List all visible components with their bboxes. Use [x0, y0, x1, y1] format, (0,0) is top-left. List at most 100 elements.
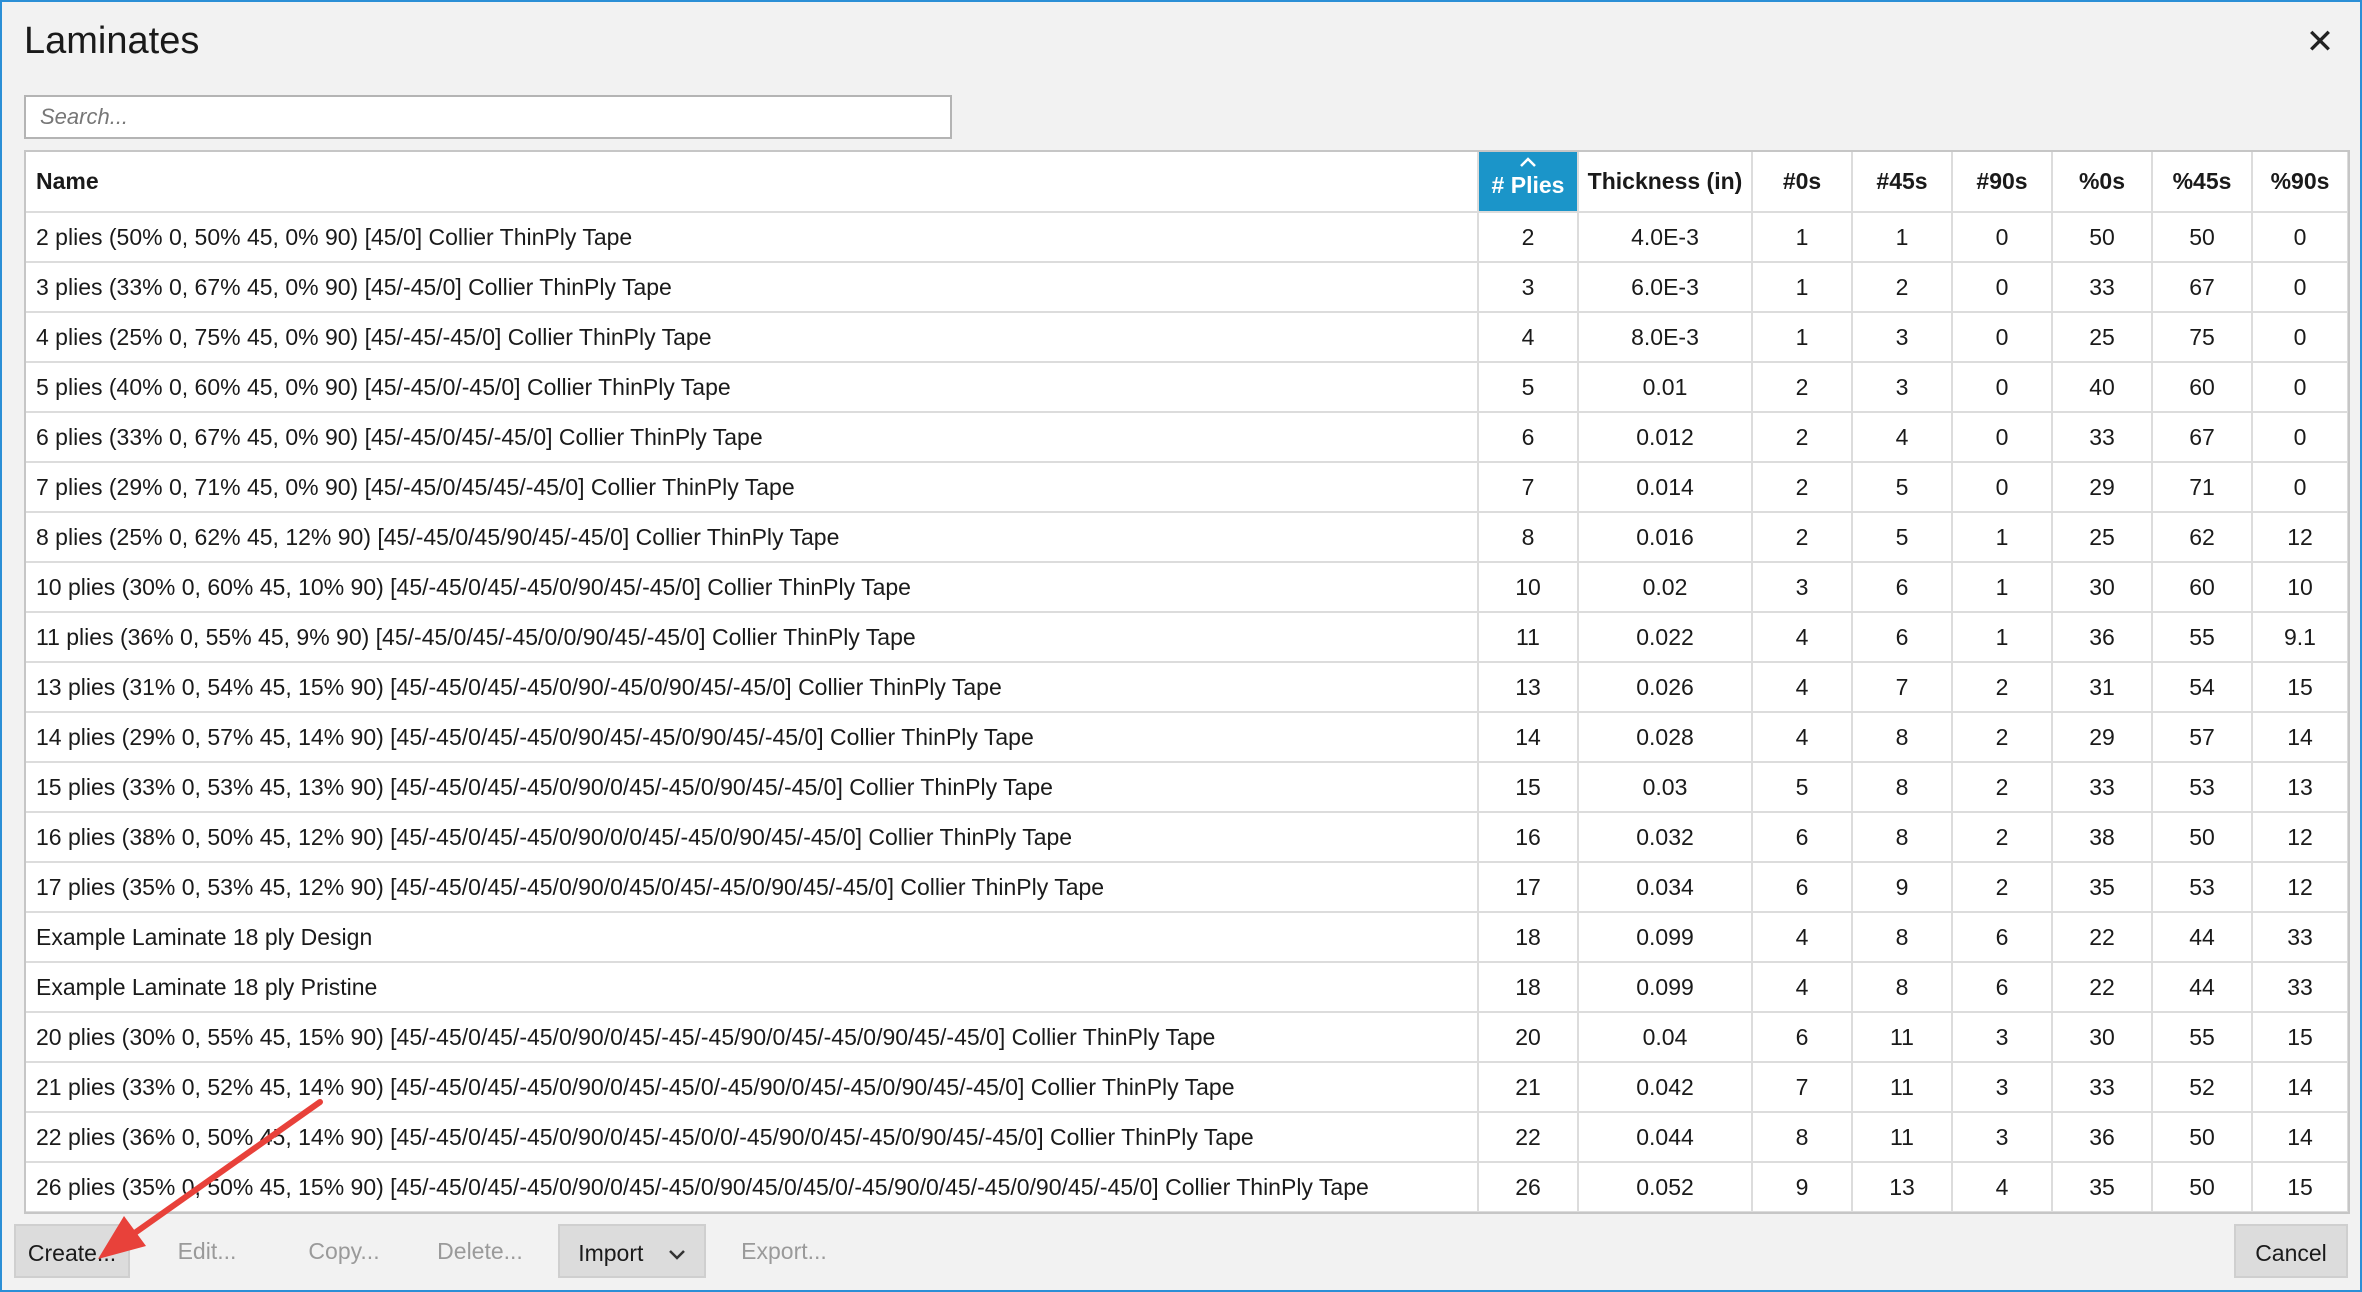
cell-num-45s: 3	[1851, 361, 1953, 413]
table-row[interactable]: Example Laminate 18 ply Pristine 18 0.099 4…	[26, 961, 2348, 1013]
cell-num-0s: 6	[1751, 1011, 1853, 1063]
table-row[interactable]: 13 plies (31% 0, 54% 45, 15% 90) [45/-45…	[26, 661, 2348, 713]
cell-plies: 3	[1477, 261, 1579, 313]
cell-plies: 22	[1477, 1111, 1579, 1163]
table-row[interactable]: 21 plies (33% 0, 52% 45, 14% 90) [45/-45…	[26, 1061, 2348, 1113]
cell-name: 11 plies (36% 0, 55% 45, 9% 90) [45/-45/…	[26, 611, 1479, 663]
delete-button[interactable]: Delete...	[424, 1224, 536, 1278]
cell-pct-45s: 71	[2151, 461, 2253, 513]
cell-num-90s: 0	[1951, 411, 2053, 463]
cell-num-0s: 4	[1751, 611, 1853, 663]
cell-num-90s: 2	[1951, 711, 2053, 763]
table-row[interactable]: Example Laminate 18 ply Design 18 0.099 4 8 6…	[26, 911, 2348, 963]
column-header-pct-90s[interactable]: %90s	[2251, 152, 2348, 213]
cell-pct-90s: 15	[2251, 661, 2348, 713]
laminates-table[interactable]: Name # Plies Thickness (in) #0s #45s #90…	[24, 150, 2350, 1214]
import-dropdown-button[interactable]: Import	[558, 1224, 706, 1278]
cell-pct-90s: 12	[2251, 811, 2348, 863]
cell-num-90s: 0	[1951, 311, 2053, 363]
cell-num-45s: 8	[1851, 911, 1953, 963]
cell-name: Example Laminate 18 ply Pristine	[26, 961, 1479, 1013]
cell-num-0s: 2	[1751, 361, 1853, 413]
column-header-num-90s[interactable]: #90s	[1951, 152, 2053, 213]
table-row[interactable]: 5 plies (40% 0, 60% 45, 0% 90) [45/-45/0…	[26, 361, 2348, 413]
cell-num-45s: 8	[1851, 961, 1953, 1013]
cell-num-90s: 0	[1951, 361, 2053, 413]
cell-pct-90s: 13	[2251, 761, 2348, 813]
cancel-button[interactable]: Cancel	[2234, 1224, 2348, 1278]
cell-pct-90s: 0	[2251, 311, 2348, 363]
column-header-pct-45s[interactable]: %45s	[2151, 152, 2253, 213]
cell-name: 3 plies (33% 0, 67% 45, 0% 90) [45/-45/0…	[26, 261, 1479, 313]
cell-pct-90s: 33	[2251, 911, 2348, 963]
cell-pct-90s: 0	[2251, 411, 2348, 463]
column-header-num-0s[interactable]: #0s	[1751, 152, 1853, 213]
table-row[interactable]: 16 plies (38% 0, 50% 45, 12% 90) [45/-45…	[26, 811, 2348, 863]
cell-pct-45s: 60	[2151, 361, 2253, 413]
cell-pct-0s: 33	[2051, 1061, 2153, 1113]
export-button[interactable]: Export...	[732, 1224, 836, 1278]
cell-pct-45s: 75	[2151, 311, 2253, 363]
cell-name: 2 plies (50% 0, 50% 45, 0% 90) [45/0] Co…	[26, 211, 1479, 263]
table-row[interactable]: 4 plies (25% 0, 75% 45, 0% 90) [45/-45/-…	[26, 311, 2348, 363]
column-header-name[interactable]: Name	[26, 152, 1479, 213]
search-input[interactable]	[26, 97, 950, 137]
cell-num-90s: 2	[1951, 811, 2053, 863]
table-row[interactable]: 17 plies (35% 0, 53% 45, 12% 90) [45/-45…	[26, 861, 2348, 913]
column-header-num-45s[interactable]: #45s	[1851, 152, 1953, 213]
cell-num-90s: 3	[1951, 1111, 2053, 1163]
cell-pct-0s: 29	[2051, 461, 2153, 513]
cell-pct-0s: 30	[2051, 1011, 2153, 1063]
create-button[interactable]: Create...	[14, 1224, 130, 1278]
cell-pct-45s: 44	[2151, 961, 2253, 1013]
close-icon[interactable]: ✕	[2298, 20, 2342, 64]
cell-thickness: 8.0E-3	[1577, 311, 1753, 363]
table-row[interactable]: 7 plies (29% 0, 71% 45, 0% 90) [45/-45/0…	[26, 461, 2348, 513]
table-row[interactable]: 15 plies (33% 0, 53% 45, 13% 90) [45/-45…	[26, 761, 2348, 813]
table-row[interactable]: 14 plies (29% 0, 57% 45, 14% 90) [45/-45…	[26, 711, 2348, 763]
cell-thickness: 6.0E-3	[1577, 261, 1753, 313]
cell-name: 6 plies (33% 0, 67% 45, 0% 90) [45/-45/0…	[26, 411, 1479, 463]
cell-name: 5 plies (40% 0, 60% 45, 0% 90) [45/-45/0…	[26, 361, 1479, 413]
cell-num-90s: 1	[1951, 611, 2053, 663]
chevron-down-icon	[668, 1250, 685, 1260]
cell-plies: 21	[1477, 1061, 1579, 1113]
table-row[interactable]: 2 plies (50% 0, 50% 45, 0% 90) [45/0] Co…	[26, 211, 2348, 263]
import-label: Import	[578, 1240, 644, 1266]
cell-pct-90s: 9.1	[2251, 611, 2348, 663]
search-box[interactable]	[24, 95, 952, 139]
cell-num-45s: 6	[1851, 561, 1953, 613]
table-row[interactable]: 26 plies (35% 0, 50% 45, 15% 90) [45/-45…	[26, 1161, 2348, 1212]
cell-num-45s: 11	[1851, 1061, 1953, 1113]
table-row[interactable]: 22 plies (36% 0, 50% 45, 14% 90) [45/-45…	[26, 1111, 2348, 1163]
cell-pct-0s: 33	[2051, 261, 2153, 313]
cell-pct-90s: 33	[2251, 961, 2348, 1013]
cell-thickness: 0.052	[1577, 1161, 1753, 1212]
cell-plies: 26	[1477, 1161, 1579, 1212]
column-header-plies[interactable]: # Plies	[1477, 152, 1579, 213]
cell-pct-0s: 36	[2051, 611, 2153, 663]
column-header-plies-label: # Plies	[1491, 172, 1565, 198]
cell-num-0s: 2	[1751, 411, 1853, 463]
cell-thickness: 0.034	[1577, 861, 1753, 913]
cell-pct-90s: 14	[2251, 1111, 2348, 1163]
edit-button[interactable]: Edit...	[162, 1224, 252, 1278]
cell-thickness: 0.02	[1577, 561, 1753, 613]
cell-num-0s: 2	[1751, 511, 1853, 563]
cell-plies: 16	[1477, 811, 1579, 863]
cell-num-90s: 0	[1951, 461, 2053, 513]
column-header-thickness[interactable]: Thickness (in)	[1577, 152, 1753, 213]
cell-plies: 20	[1477, 1011, 1579, 1063]
table-row[interactable]: 20 plies (30% 0, 55% 45, 15% 90) [45/-45…	[26, 1011, 2348, 1063]
cell-pct-90s: 12	[2251, 511, 2348, 563]
copy-button[interactable]: Copy...	[294, 1224, 394, 1278]
cell-num-90s: 6	[1951, 911, 2053, 963]
column-header-pct-0s[interactable]: %0s	[2051, 152, 2153, 213]
table-row[interactable]: 6 plies (33% 0, 67% 45, 0% 90) [45/-45/0…	[26, 411, 2348, 463]
cell-pct-90s: 10	[2251, 561, 2348, 613]
table-row[interactable]: 8 plies (25% 0, 62% 45, 12% 90) [45/-45/…	[26, 511, 2348, 563]
table-row[interactable]: 10 plies (30% 0, 60% 45, 10% 90) [45/-45…	[26, 561, 2348, 613]
laminates-dialog: Laminates ✕ Name	[0, 0, 2362, 1292]
table-row[interactable]: 3 plies (33% 0, 67% 45, 0% 90) [45/-45/0…	[26, 261, 2348, 313]
table-row[interactable]: 11 plies (36% 0, 55% 45, 9% 90) [45/-45/…	[26, 611, 2348, 663]
